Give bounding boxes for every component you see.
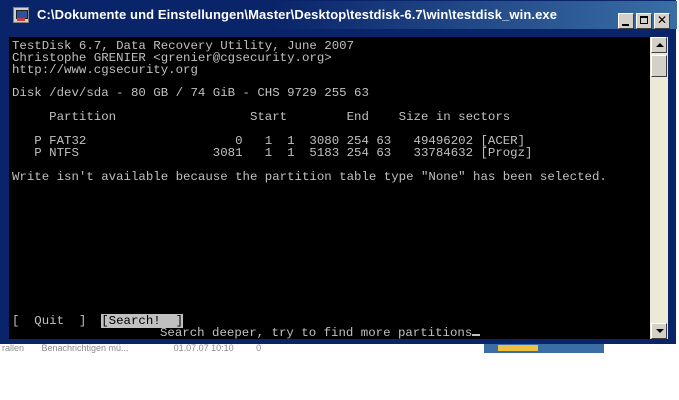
console-output[interactable]: TestDisk 6.7, Data Recovery Utility, Jun… [9, 37, 650, 339]
status-message: Write isn't available because the partit… [12, 170, 607, 184]
console-window: C:\Dokumente und Einstellungen\Master\De… [0, 0, 677, 344]
window-title: C:\Dokumente und Einstellungen\Master\De… [37, 7, 558, 22]
partition-table-header: Partition Start End Size in sectors [12, 110, 511, 124]
close-button[interactable]: ✕ [654, 13, 670, 29]
close-icon: ✕ [656, 13, 668, 27]
scroll-thumb[interactable] [651, 55, 667, 77]
header-url-line: http://www.cgsecurity.org [12, 63, 198, 77]
background-panel [484, 344, 604, 353]
title-bar[interactable]: C:\Dokumente und Einstellungen\Master\De… [1, 1, 677, 29]
scroll-down-icon[interactable] [651, 323, 667, 339]
vertical-scrollbar[interactable] [650, 37, 668, 339]
menu-line: [ Quit ] [Search! ] [12, 314, 184, 328]
partition-row[interactable]: P NTFS 3081 1 1 5183 254 63 33784632 [Pr… [12, 147, 532, 159]
console-app-icon[interactable] [13, 7, 29, 23]
minimize-button[interactable] [618, 13, 634, 29]
quit-menu-item[interactable]: [ Quit ] [12, 314, 86, 328]
text-cursor [472, 334, 481, 336]
scroll-up-icon[interactable] [651, 37, 667, 53]
hint-text: Search deeper, try to find more partitio… [160, 326, 473, 339]
maximize-button[interactable] [636, 13, 652, 29]
disk-info-line: Disk /dev/sda - 80 GB / 74 GiB - CHS 972… [12, 86, 369, 100]
background-window-text: rallen Benachrichtigen mü... 01.07.07 10… [2, 343, 262, 353]
hint-line: Search deeper, try to find more partitio… [160, 326, 481, 339]
